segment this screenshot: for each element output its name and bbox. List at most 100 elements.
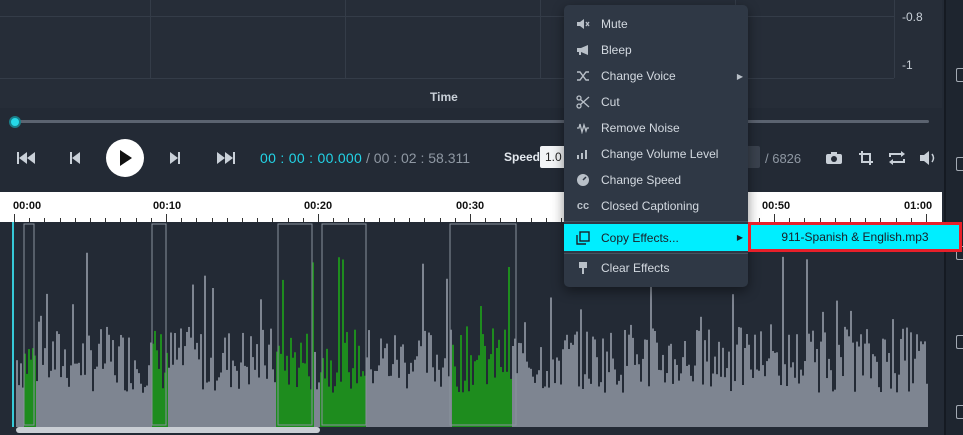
- skip-to-start-icon[interactable]: [14, 148, 38, 168]
- chart-area: -0.8 -1 Time: [0, 0, 942, 108]
- waveform-bar: [670, 343, 672, 427]
- waveform-bar: [716, 374, 718, 427]
- waveform-bar: [130, 383, 132, 427]
- waveform-bar: [352, 368, 354, 427]
- waveform-bar: [754, 334, 756, 427]
- seek-bar[interactable]: [14, 120, 929, 123]
- waveform-bar: [218, 377, 220, 427]
- menu-item-remove-noise[interactable]: Remove Noise: [564, 115, 748, 141]
- waveform-bar: [730, 391, 732, 427]
- waveform-bar: [298, 367, 300, 427]
- waveform-bar: [630, 324, 632, 427]
- play-icon: [120, 150, 132, 166]
- waveform-bar: [746, 334, 748, 427]
- waveform-bar: [816, 348, 818, 427]
- volume-icon[interactable]: [918, 148, 938, 168]
- volume-level-icon: [575, 146, 591, 162]
- loop-icon[interactable]: [886, 148, 908, 168]
- frame-input[interactable]: [748, 146, 760, 168]
- waveform-bar: [662, 354, 664, 427]
- waveform-bar: [870, 378, 872, 427]
- waveform-bar: [778, 375, 780, 427]
- waveform-bar: [400, 346, 402, 427]
- y-tick-label: -1: [902, 58, 913, 72]
- waveform-bar: [208, 381, 210, 427]
- chevron-right-icon: ▶: [736, 71, 743, 81]
- waveform-bar: [172, 364, 174, 427]
- waveform-bar: [146, 385, 148, 427]
- waveform-bar: [906, 327, 908, 427]
- waveform-bar: [242, 332, 244, 427]
- previous-frame-icon[interactable]: [66, 148, 84, 168]
- timeline-tick-label: 00:30: [456, 200, 485, 212]
- waveform-bar: [362, 371, 364, 427]
- waveform-bar: [118, 346, 120, 427]
- waveform-bar: [892, 319, 894, 427]
- menu-item-bleep[interactable]: Bleep: [564, 37, 748, 63]
- waveform-bar: [618, 380, 620, 427]
- waveform-bar: [650, 277, 652, 427]
- waveform-bar: [926, 383, 928, 427]
- waveform-bar: [712, 373, 714, 427]
- waveform-bar: [424, 330, 426, 427]
- waveform-bar: [812, 330, 814, 427]
- panel-handle[interactable]: [956, 68, 963, 82]
- waveform-bar: [28, 349, 30, 427]
- waveform-bar: [762, 365, 764, 427]
- waveform-track[interactable]: [12, 222, 930, 427]
- waveform-bar: [408, 373, 410, 427]
- waveform-bar: [742, 385, 744, 427]
- waveform-bar: [626, 365, 628, 427]
- crop-icon[interactable]: [856, 148, 876, 168]
- waveform-bar: [524, 322, 526, 427]
- current-time: 00 : 00 : 00.000: [260, 150, 363, 166]
- waveform-bar: [346, 332, 348, 427]
- waveform-bar: [230, 387, 232, 427]
- waveform-bar: [656, 342, 658, 427]
- camera-icon[interactable]: [824, 149, 844, 167]
- waveform-bar: [474, 361, 476, 427]
- horizontal-scrollbar[interactable]: [16, 427, 320, 433]
- waveform-bar: [768, 358, 770, 427]
- play-button[interactable]: [106, 139, 144, 177]
- waveform-bar: [98, 343, 100, 427]
- waveform-bar: [360, 376, 362, 427]
- context-menu: Mute Bleep Change Voice ▶ Cut Remove Noi…: [564, 5, 748, 287]
- waveform-bar: [180, 328, 182, 427]
- menu-item-closed-captioning[interactable]: cc Closed Captioning: [564, 193, 748, 219]
- panel-handle[interactable]: [956, 157, 963, 171]
- waveform-bar: [648, 386, 650, 427]
- waveform-bar: [756, 369, 758, 427]
- waveform-bar: [796, 334, 798, 427]
- menu-item-clear-effects[interactable]: Clear Effects: [564, 255, 748, 281]
- submenu-item-file[interactable]: 911-Spanish & English.mp3: [781, 230, 928, 244]
- timeline-tick-label: 00:50: [762, 200, 791, 212]
- waveform-bar: [374, 370, 376, 427]
- menu-item-change-speed[interactable]: Change Speed: [564, 167, 748, 193]
- menu-item-mute[interactable]: Mute: [564, 11, 748, 37]
- timeline-ruler[interactable]: 00:00 00:10 00:20 00:30 00:50 01:00: [0, 192, 942, 222]
- menu-item-copy-effects[interactable]: Copy Effects... ▶: [564, 224, 748, 251]
- menu-item-change-voice[interactable]: Change Voice ▶: [564, 63, 748, 89]
- panel-handle[interactable]: [956, 405, 963, 419]
- waveform-bar: [808, 333, 810, 427]
- waveform-bar: [258, 377, 260, 427]
- skip-to-end-icon[interactable]: [214, 148, 238, 168]
- waveform-bar: [440, 386, 442, 427]
- panel-handle[interactable]: [956, 335, 963, 349]
- menu-item-change-volume-level[interactable]: Change Volume Level: [564, 141, 748, 167]
- waveform-bar: [128, 337, 130, 427]
- next-frame-icon[interactable]: [166, 148, 184, 168]
- shuffle-icon: [575, 68, 591, 84]
- seek-handle[interactable]: [9, 116, 21, 128]
- waveform-bar: [490, 354, 492, 427]
- copy-effects-submenu[interactable]: 911-Spanish & English.mp3: [748, 222, 962, 252]
- waveform-bar: [550, 297, 552, 427]
- menu-item-label: Change Voice: [601, 69, 676, 83]
- menu-separator: [564, 221, 748, 222]
- waveform-bar: [444, 358, 446, 427]
- waveform-bar: [548, 387, 550, 427]
- brush-icon: [575, 260, 591, 276]
- waveform-bar: [654, 330, 656, 427]
- menu-item-cut[interactable]: Cut: [564, 89, 748, 115]
